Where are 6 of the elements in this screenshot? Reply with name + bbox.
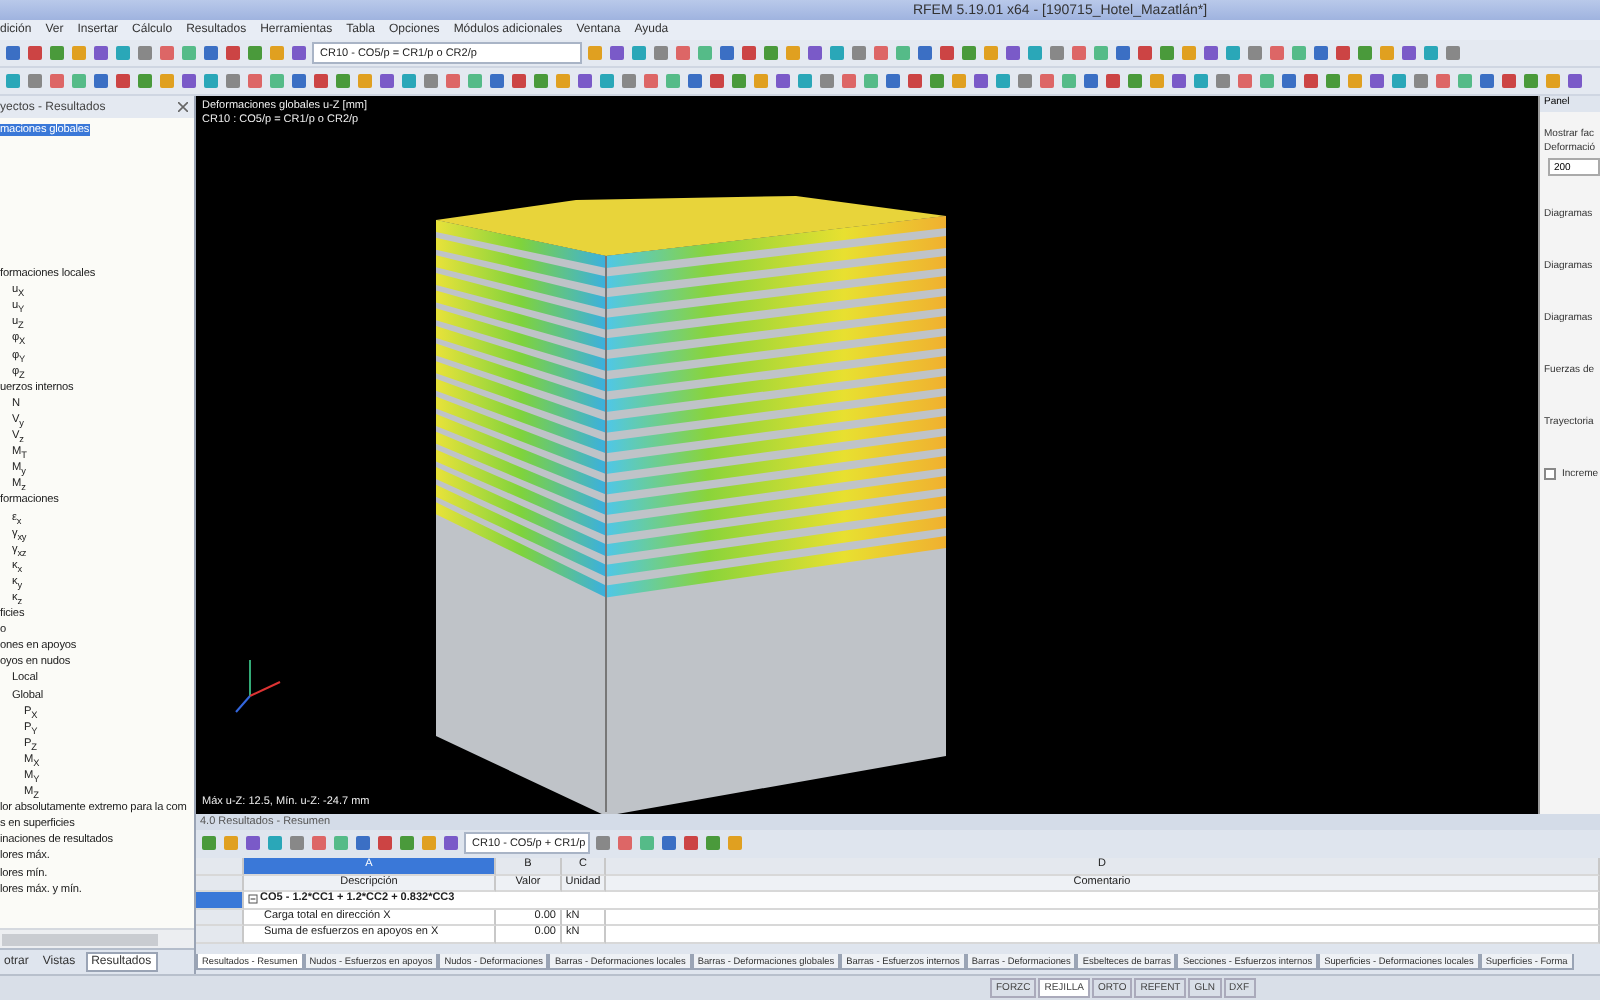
- scrollbar[interactable]: [0, 928, 194, 948]
- checkbox[interactable]: [1544, 468, 1556, 480]
- row-header[interactable]: [196, 892, 244, 909]
- collapse-icon[interactable]: [248, 894, 258, 905]
- close-icon[interactable]: [178, 102, 188, 112]
- axis-icon: [235, 659, 281, 713]
